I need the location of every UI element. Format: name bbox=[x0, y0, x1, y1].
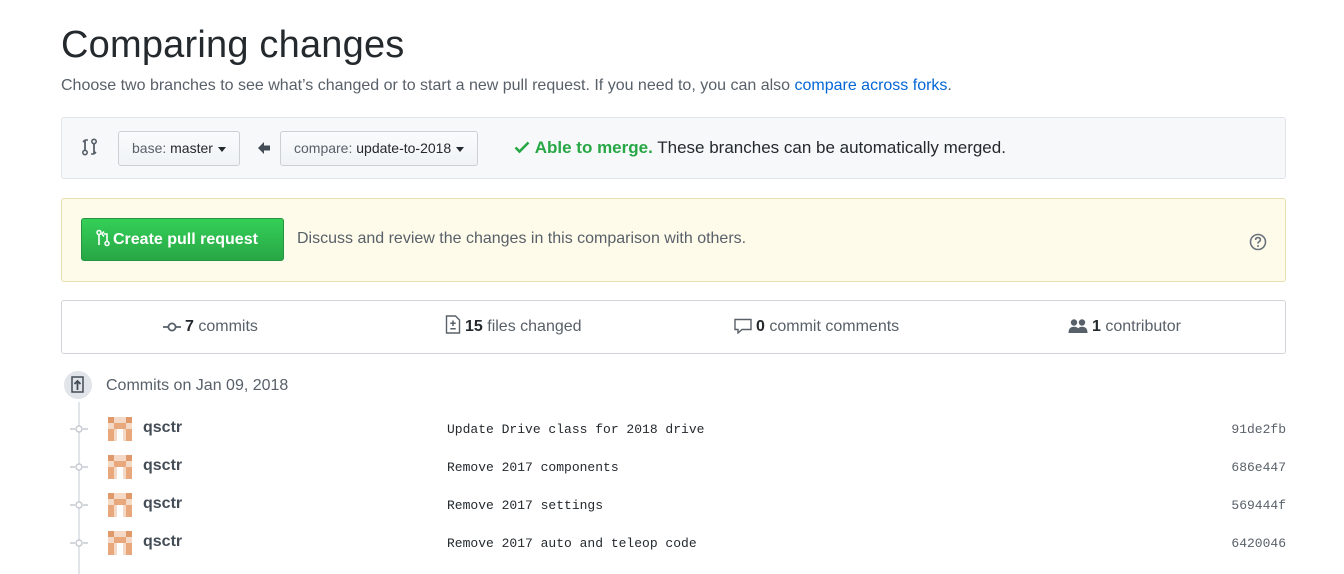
git-commit-icon bbox=[70, 463, 88, 471]
contributors-count: 1 bbox=[1092, 318, 1101, 335]
range-editor: base: master compare: update-to-2018 Abl… bbox=[61, 117, 1286, 179]
base-branch-name: master bbox=[170, 140, 213, 156]
pull-request-banner: Create pull request Discuss and review t… bbox=[61, 198, 1286, 282]
numbers-summary: 7 commits 15 files changed 0 commit comm… bbox=[61, 300, 1286, 354]
commit-row: qsctr Remove 2017 settings 569444f bbox=[61, 492, 1286, 530]
commits-count: 7 bbox=[185, 318, 194, 335]
avatar[interactable] bbox=[108, 417, 132, 441]
contributors-label: contributor bbox=[1105, 318, 1181, 335]
avatar[interactable] bbox=[108, 455, 132, 479]
page-title: Comparing changes bbox=[61, 24, 405, 66]
chevron-down-icon bbox=[217, 146, 226, 152]
contributors-link[interactable]: 1 contributor bbox=[1068, 301, 1181, 353]
commit-sha[interactable]: 686e447 bbox=[1231, 460, 1286, 475]
page-subtitle: Choose two branches to see what’s change… bbox=[61, 77, 952, 95]
commit-author[interactable]: qsctr bbox=[143, 533, 182, 551]
arrow-left-icon bbox=[258, 142, 270, 154]
git-commit-icon bbox=[163, 322, 181, 332]
git-pull-request-icon bbox=[96, 229, 110, 247]
base-prefix: base: bbox=[132, 140, 167, 156]
commit-message[interactable]: Remove 2017 components bbox=[447, 460, 619, 475]
compare-prefix: compare: bbox=[294, 140, 353, 156]
subtitle-end: . bbox=[947, 77, 952, 94]
commit-author[interactable]: qsctr bbox=[143, 457, 182, 475]
commit-row: qsctr Update Drive class for 2018 drive … bbox=[61, 416, 1286, 454]
commit-author[interactable]: qsctr bbox=[143, 495, 182, 513]
compare-branch-name: update-to-2018 bbox=[356, 140, 452, 156]
git-commit-icon bbox=[70, 425, 88, 433]
check-icon bbox=[514, 141, 530, 154]
create-pull-request-label: Create pull request bbox=[113, 231, 258, 248]
base-branch-select[interactable]: base: master bbox=[118, 131, 240, 166]
organization-icon bbox=[1068, 319, 1088, 333]
files-label: files changed bbox=[487, 318, 582, 335]
repo-push-icon bbox=[71, 376, 84, 393]
git-compare-icon bbox=[81, 138, 98, 156]
question-icon[interactable] bbox=[1249, 233, 1267, 251]
commit-message[interactable]: Update Drive class for 2018 drive bbox=[447, 422, 704, 437]
commit-author[interactable]: qsctr bbox=[143, 419, 182, 437]
git-commit-icon bbox=[70, 501, 88, 509]
commit-group-title: Commits on Jan 09, 2018 bbox=[106, 377, 289, 394]
git-commit-icon bbox=[70, 539, 88, 547]
comments-label: commit comments bbox=[769, 318, 900, 335]
commit-message[interactable]: Remove 2017 auto and teleop code bbox=[447, 536, 697, 551]
commit-sha[interactable]: 91de2fb bbox=[1231, 422, 1286, 437]
files-count: 15 bbox=[465, 318, 483, 335]
repo-push-icon-wrapper bbox=[61, 368, 95, 402]
merge-status-label: Able to merge. bbox=[534, 138, 653, 157]
commit-row: qsctr Remove 2017 auto and teleop code 6… bbox=[61, 530, 1286, 568]
commit-message[interactable]: Remove 2017 settings bbox=[447, 498, 603, 513]
avatar[interactable] bbox=[108, 531, 132, 555]
file-diff-icon bbox=[445, 315, 461, 334]
comments-count: 0 bbox=[756, 318, 765, 335]
commits-label: commits bbox=[198, 318, 258, 335]
chevron-down-icon bbox=[456, 146, 465, 152]
compare-branch-select[interactable]: compare: update-to-2018 bbox=[280, 131, 479, 166]
commit-sha[interactable]: 569444f bbox=[1231, 498, 1286, 513]
create-pull-request-button[interactable]: Create pull request bbox=[81, 218, 284, 261]
subtitle-text: Choose two branches to see what’s change… bbox=[61, 77, 795, 94]
commit-row: qsctr Remove 2017 components 686e447 bbox=[61, 454, 1286, 492]
merge-status-detail: These branches can be automatically merg… bbox=[657, 138, 1006, 157]
commit-sha[interactable]: 6420046 bbox=[1231, 536, 1286, 551]
pull-request-description: Discuss and review the changes in this c… bbox=[297, 230, 747, 247]
commit-comments-link[interactable]: 0 commit comments bbox=[734, 301, 899, 353]
compare-across-forks-link[interactable]: compare across forks bbox=[794, 77, 947, 94]
commits-count-link[interactable]: 7 commits bbox=[163, 301, 258, 353]
avatar[interactable] bbox=[108, 493, 132, 517]
merge-status: Able to merge. These branches can be aut… bbox=[514, 138, 1006, 158]
files-changed-link[interactable]: 15 files changed bbox=[445, 301, 582, 353]
comment-icon bbox=[734, 318, 752, 335]
